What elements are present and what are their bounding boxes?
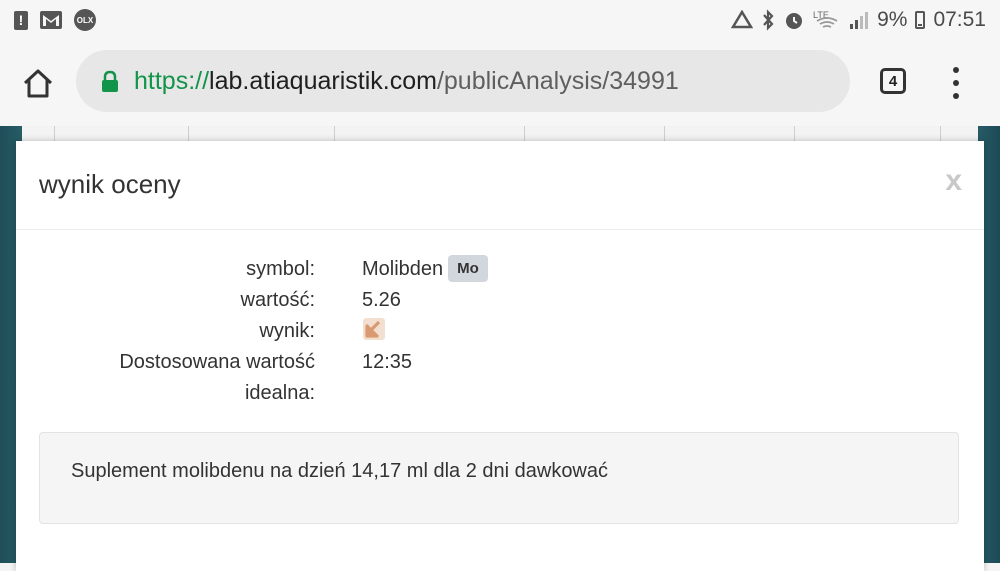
url-host: lab.atiaquaristik.com: [209, 67, 437, 95]
lte-icon: LTE: [813, 10, 838, 28]
signal-icon: [850, 12, 869, 29]
measured-value: 5.26: [362, 289, 401, 311]
lock-icon: [102, 70, 118, 92]
data-saver-icon: [731, 10, 754, 29]
address-bar[interactable]: https://lab.atiaquaristik.com/publicAnal…: [76, 50, 850, 112]
element-symbol-badge: Mo: [448, 255, 488, 282]
modal-title: wynik oceny: [39, 169, 181, 199]
symbol-value: Molibden Mo: [362, 254, 488, 285]
clock-time: 07:51: [933, 8, 986, 31]
recommendation-box: Suplement molibdenu na dzień 14,17 ml dl…: [39, 432, 959, 524]
browser-toolbar: https://lab.atiaquaristik.com/publicAnal…: [0, 40, 1000, 126]
adjusted-ideal-value: 12:35: [362, 351, 413, 373]
adjusted-ideal-label: Dostosowana wartość: [119, 351, 315, 373]
bluetooth-icon: [763, 9, 774, 31]
alarm-icon: [786, 13, 803, 29]
home-icon[interactable]: [20, 65, 56, 101]
url-text[interactable]: https://lab.atiaquaristik.com/publicAnal…: [134, 67, 679, 96]
background-table: [22, 126, 978, 142]
symbol-label: symbol:: [246, 258, 315, 280]
close-button[interactable]: x: [945, 164, 962, 198]
battery-percent: 9%: [877, 8, 908, 31]
arrow-down-left-icon: [363, 318, 385, 340]
url-path: /publicAnalysis/34991: [436, 67, 679, 95]
value-label: wartość:: [240, 289, 315, 311]
olx-icon: OLX: [74, 9, 96, 31]
battery-icon: [915, 11, 926, 29]
element-name: Molibden: [362, 258, 444, 280]
gmail-icon: [40, 11, 62, 29]
result-value: [362, 316, 386, 347]
tab-switcher-button[interactable]: 4: [880, 68, 906, 94]
status-bar: ! OLX LTE 9% 07:51: [0, 0, 1000, 40]
result-modal: wynik oceny x symbol: Molibden Mo wartość…: [16, 141, 984, 571]
modal-header: wynik oceny x: [16, 141, 984, 230]
result-label: wynik:: [259, 320, 315, 342]
adjusted-ideal-label-2: idealna:: [244, 382, 315, 404]
url-scheme: https://: [134, 67, 210, 95]
alert-icon: !: [14, 10, 28, 30]
overflow-menu-icon[interactable]: [946, 67, 966, 99]
recommendation-text: Suplement molibdenu na dzień 14,17 ml dl…: [71, 460, 609, 482]
